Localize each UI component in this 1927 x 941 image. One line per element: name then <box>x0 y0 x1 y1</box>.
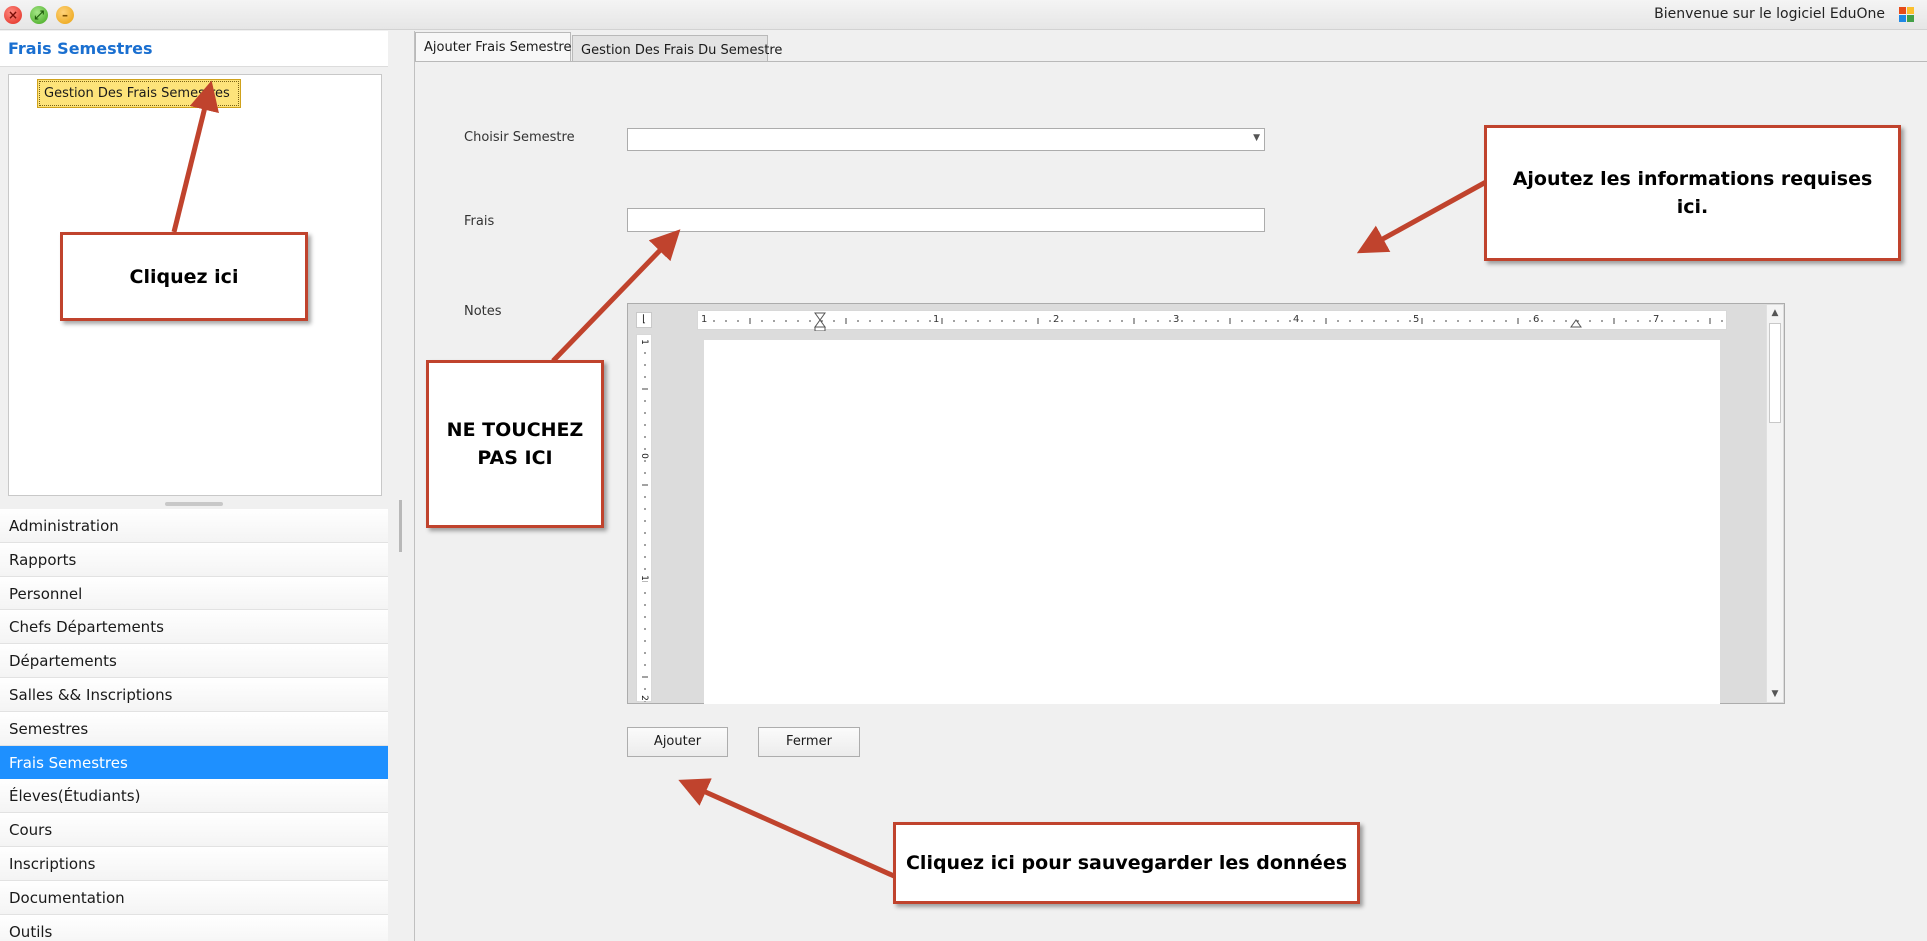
semestre-label: Choisir Semestre <box>464 130 575 145</box>
sidebar-item-outils[interactable]: Outils <box>0 914 388 941</box>
maximize-window-button[interactable]: ⤢ <box>30 6 48 24</box>
callout-ne-touchez-pas: NE TOUCHEZ PAS ICI <box>426 360 604 528</box>
vruler-ticks <box>642 340 648 702</box>
sidebar-item-salles-inscriptions[interactable]: Salles && Inscriptions <box>0 677 388 712</box>
vruler-number: 1 <box>638 339 649 345</box>
sidebar-item-eleves-etudiants[interactable]: Éleves(Étudiants) <box>0 779 388 814</box>
sidebar-item-cours[interactable]: Cours <box>0 813 388 847</box>
minimize-window-button[interactable]: – <box>56 6 74 24</box>
sidebar-item-inscriptions[interactable]: Inscriptions <box>0 846 388 881</box>
app-title: Bienvenue sur le logiciel EduOne <box>1654 6 1885 22</box>
title-bar: × ⤢ – Bienvenue sur le logiciel EduOne <box>0 0 1927 30</box>
frais-label: Frais <box>464 214 495 229</box>
sidebar-item-administration[interactable]: Administration <box>0 509 388 543</box>
chevron-down-icon[interactable]: ▼ <box>1253 133 1260 143</box>
horizontal-ruler[interactable]: 11234567 <box>697 310 1728 331</box>
callout-sauvegarder: Cliquez ici pour sauvegarder les données <box>893 822 1360 904</box>
fermer-button[interactable]: Fermer <box>758 727 860 757</box>
vertical-ruler[interactable]: 1 0 1 2 <box>636 334 652 702</box>
arrow-to-form <box>1356 179 1488 254</box>
semestre-select[interactable]: ▼ <box>627 128 1265 151</box>
arrow-to-ajouter <box>678 778 896 879</box>
notes-rich-editor[interactable]: ⌊ 11234567 1 0 1 2 ▲ ▼ <box>627 303 1785 704</box>
tree-item-gestion-frais-semestres[interactable]: Gestion Des Frais Semestres <box>37 79 241 108</box>
tab-stop-selector-icon[interactable]: ⌊ <box>636 312 652 328</box>
scroll-up-icon[interactable]: ▲ <box>1767 305 1783 321</box>
sidebar-item-departements[interactable]: Départements <box>0 644 388 678</box>
panel-splitter[interactable] <box>399 500 402 552</box>
close-window-button[interactable]: × <box>4 6 22 24</box>
tab-ajouter-frais-semestre[interactable]: Ajouter Frais Semestre <box>415 32 571 62</box>
notes-label: Notes <box>464 304 502 319</box>
editor-page[interactable] <box>704 340 1720 704</box>
editor-scrollbar[interactable]: ▲ ▼ <box>1766 305 1783 702</box>
vruler-number: 0 <box>638 453 649 459</box>
app-window: × ⤢ – Bienvenue sur le logiciel EduOne F… <box>0 0 1927 941</box>
vruler-number: 1 <box>638 575 649 581</box>
vruler-number: 2 <box>638 695 649 701</box>
scroll-thumb[interactable] <box>1769 323 1781 423</box>
sidebar-item-semestres[interactable]: Semestres <box>0 711 388 746</box>
callout-cliquez-ici: Cliquez ici <box>60 232 308 321</box>
app-logo-icon <box>1899 7 1915 23</box>
sidebar-header: Frais Semestres <box>0 31 388 67</box>
sidebar-item-rapports[interactable]: Rapports <box>0 542 388 577</box>
sidebar-item-frais-semestres[interactable]: Frais Semestres <box>0 745 388 780</box>
tab-gestion-des-frais-du-semestre[interactable]: Gestion Des Frais Du Semestre <box>572 35 782 62</box>
callout-ajoutez-infos: Ajoutez les informations requises ici. <box>1484 125 1901 261</box>
tab-divider <box>415 61 1927 62</box>
sidebar-splitter-grip[interactable] <box>165 502 223 506</box>
panel-divider <box>414 31 415 941</box>
sidebar-nav: Administration Rapports Personnel Chefs Dép… <box>0 509 388 941</box>
sidebar-item-personnel[interactable]: Personnel <box>0 576 388 611</box>
sidebar-item-documentation[interactable]: Documentation <box>0 880 388 915</box>
scroll-down-icon[interactable]: ▼ <box>1767 686 1783 702</box>
indent-markers[interactable] <box>698 311 1728 331</box>
frais-input[interactable] <box>627 208 1265 232</box>
sidebar-item-chefs-departements[interactable]: Chefs Départements <box>0 610 388 645</box>
ajouter-button[interactable]: Ajouter <box>627 727 728 757</box>
